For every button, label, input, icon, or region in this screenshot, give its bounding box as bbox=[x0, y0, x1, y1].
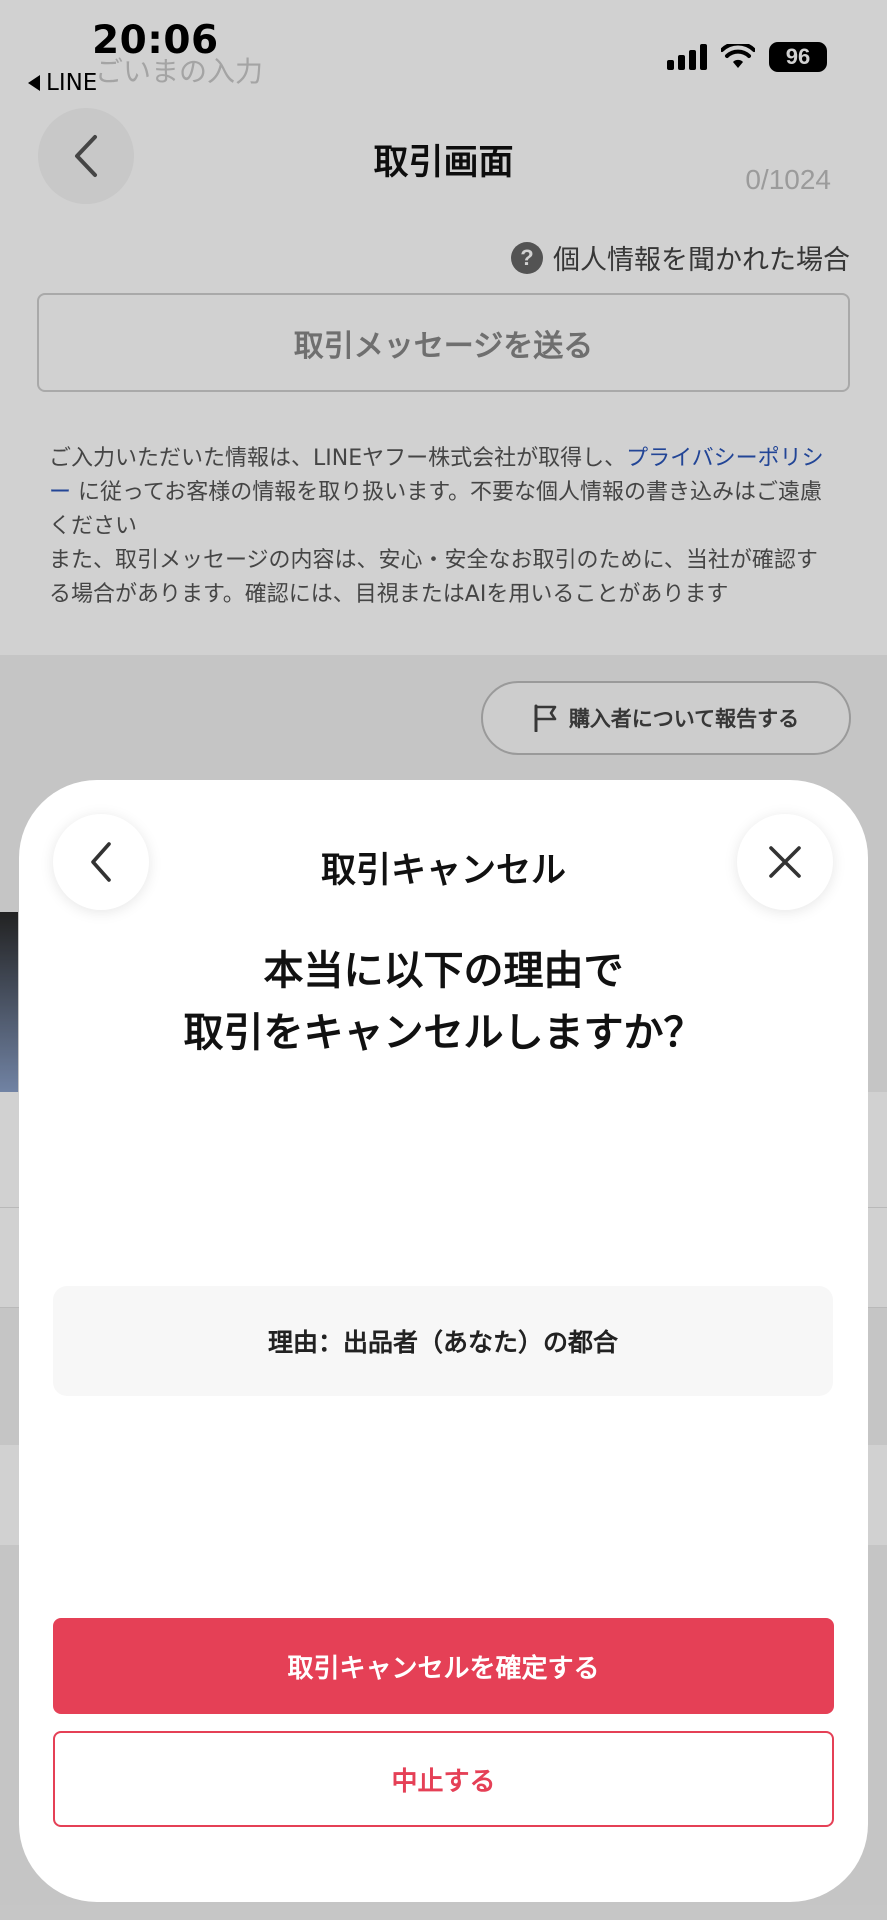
confirm-question: 本当に以下の理由で 取引をキャンセルしますか？ bbox=[19, 940, 868, 1064]
question-line-1: 本当に以下の理由で bbox=[263, 948, 624, 994]
question-line-2: 取引をキャンセルしますか？ bbox=[183, 1010, 704, 1056]
cancel-reason: 理由：出品者（あなた）の都合 bbox=[53, 1286, 833, 1396]
abort-button[interactable]: 中止する bbox=[53, 1731, 834, 1827]
close-icon bbox=[769, 846, 801, 878]
sheet-close-button[interactable] bbox=[737, 814, 833, 910]
cancel-transaction-sheet: 取引キャンセル 本当に以下の理由で 取引をキャンセルしますか？ 理由：出品者（あ… bbox=[19, 780, 868, 1902]
confirm-cancel-button[interactable]: 取引キャンセルを確定する bbox=[53, 1618, 834, 1714]
